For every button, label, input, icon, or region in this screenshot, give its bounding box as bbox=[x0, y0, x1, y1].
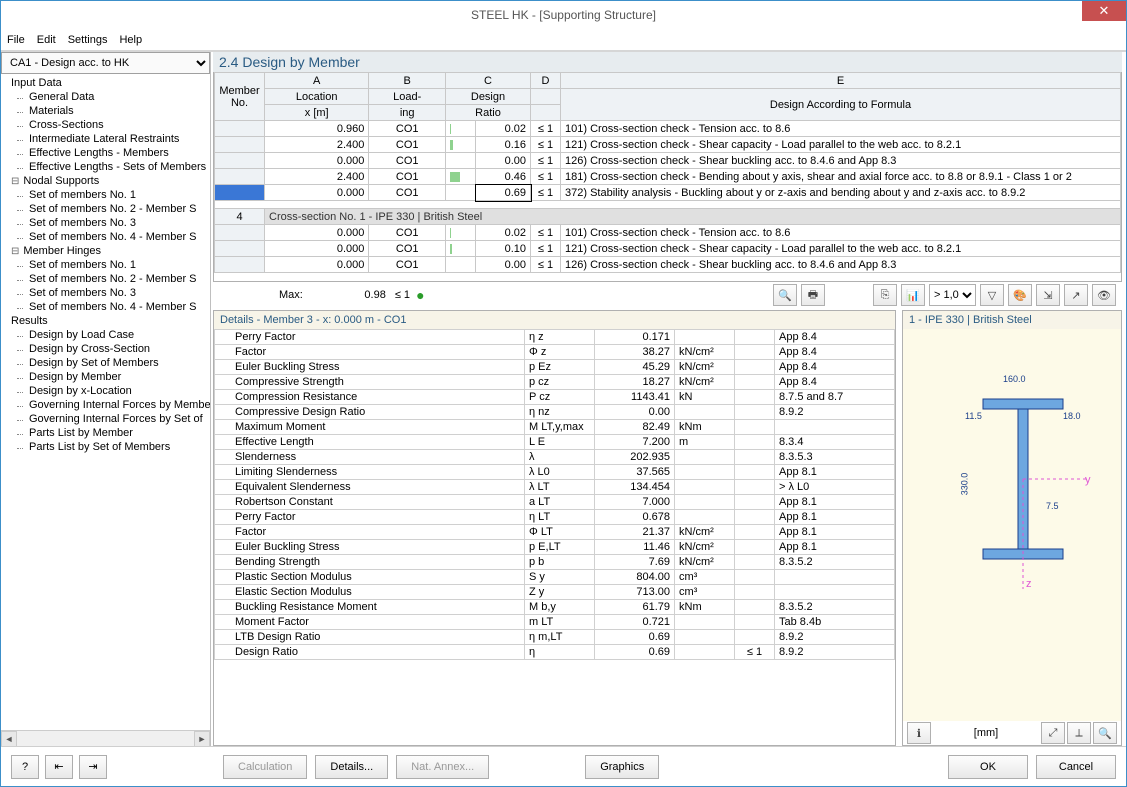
sidebar-hscroll[interactable]: ◄ ► bbox=[1, 730, 210, 746]
axes-icon[interactable]: ⤢ bbox=[1041, 722, 1065, 744]
tree-item[interactable]: Member Hinges bbox=[1, 244, 210, 258]
ok-button[interactable]: OK bbox=[948, 755, 1028, 779]
info-icon[interactable]: ℹ bbox=[907, 722, 931, 744]
max-label: Max: bbox=[279, 289, 303, 301]
tree-item[interactable]: Design by x-Location bbox=[1, 384, 210, 398]
section-canvas: y z 160.0 330.0 11.5 18.0 7.5 bbox=[903, 329, 1121, 721]
tree-item[interactable]: Results bbox=[1, 314, 210, 328]
window-title: STEEL HK - [Supporting Structure] bbox=[471, 8, 656, 22]
tree-item[interactable]: Set of members No. 2 - Member S bbox=[1, 272, 210, 286]
tree-item[interactable]: Design by Member bbox=[1, 370, 210, 384]
tree-item[interactable]: Set of members No. 2 - Member S bbox=[1, 202, 210, 216]
grid-toolbar: Max: ≤ 1 ● 🔍 🖶 ⎘ 📊 > 1,0 ▽ 🎨 ⇲ ↗ 👁 bbox=[213, 282, 1122, 308]
ok-icon: ● bbox=[416, 287, 424, 303]
next-icon[interactable]: ⇥ bbox=[79, 755, 107, 779]
max-le: ≤ 1 bbox=[395, 289, 410, 301]
color-icon[interactable]: 🎨 bbox=[1008, 284, 1032, 306]
tree-item[interactable]: Set of members No. 4 - Member S bbox=[1, 230, 210, 244]
svg-text:y: y bbox=[1085, 474, 1091, 486]
sidebar: CA1 - Design acc. to HK Input DataGenera… bbox=[1, 52, 211, 746]
nav-tree[interactable]: Input DataGeneral DataMaterialsCross-Sec… bbox=[1, 74, 210, 730]
menu-help[interactable]: Help bbox=[119, 34, 142, 46]
unit-label: [mm] bbox=[974, 727, 998, 739]
chart-icon[interactable]: 📊 bbox=[901, 284, 925, 306]
tree-item[interactable]: Parts List by Member bbox=[1, 426, 210, 440]
tree-item[interactable]: Set of members No. 4 - Member S bbox=[1, 300, 210, 314]
tree-item[interactable]: Nodal Supports bbox=[1, 174, 210, 188]
tree-item[interactable]: Set of members No. 3 bbox=[1, 216, 210, 230]
details-title: Details - Member 3 - x: 0.000 m - CO1 bbox=[214, 311, 895, 329]
tree-item[interactable]: Set of members No. 3 bbox=[1, 286, 210, 300]
filter-icon[interactable]: 🔍 bbox=[773, 284, 797, 306]
tree-item[interactable]: Effective Lengths - Members bbox=[1, 146, 210, 160]
max-value bbox=[307, 288, 387, 302]
design-grid[interactable]: MemberNo. ABCDE LocationLoad-DesignDesig… bbox=[213, 72, 1122, 282]
prev-icon[interactable]: ⇤ bbox=[45, 755, 73, 779]
dims-icon[interactable]: ⟂ bbox=[1067, 722, 1091, 744]
goto-icon[interactable]: ⎘ bbox=[873, 284, 897, 306]
export-icon[interactable]: ⇲ bbox=[1036, 284, 1060, 306]
details-panel: Details - Member 3 - x: 0.000 m - CO1 Pe… bbox=[213, 310, 896, 746]
zoom-icon[interactable]: 🔍 bbox=[1093, 722, 1117, 744]
tree-item[interactable]: Design by Cross-Section bbox=[1, 342, 210, 356]
section-panel: 1 - IPE 330 | British Steel y bbox=[902, 310, 1122, 746]
calculation-button[interactable]: Calculation bbox=[223, 755, 307, 779]
tree-item[interactable]: Set of members No. 1 bbox=[1, 188, 210, 202]
titlebar: STEEL HK - [Supporting Structure] ✕ bbox=[1, 1, 1126, 29]
help-icon[interactable]: ? bbox=[11, 755, 39, 779]
scroll-right-icon[interactable]: ► bbox=[194, 731, 210, 747]
details-button[interactable]: Details... bbox=[315, 755, 388, 779]
pick-icon[interactable]: ↗ bbox=[1064, 284, 1088, 306]
tree-item[interactable]: Design by Load Case bbox=[1, 328, 210, 342]
menu-edit[interactable]: Edit bbox=[37, 34, 56, 46]
tree-item[interactable]: Intermediate Lateral Restraints bbox=[1, 132, 210, 146]
funnel-icon[interactable]: ▽ bbox=[980, 284, 1004, 306]
tree-item[interactable]: Design by Set of Members bbox=[1, 356, 210, 370]
scale-combo[interactable]: > 1,0 bbox=[929, 284, 976, 306]
details-table[interactable]: Perry Factorη z0.171App 8.4FactorΦ z38.2… bbox=[214, 329, 895, 745]
print-icon[interactable]: 🖶 bbox=[801, 284, 825, 306]
tree-item[interactable]: Parts List by Set of Members bbox=[1, 440, 210, 454]
section-title: 2.4 Design by Member bbox=[213, 52, 1122, 72]
menu-file[interactable]: File bbox=[7, 34, 25, 46]
tree-item[interactable]: Materials bbox=[1, 104, 210, 118]
scroll-left-icon[interactable]: ◄ bbox=[1, 731, 17, 747]
menubar: File Edit Settings Help bbox=[1, 29, 1126, 51]
tree-item[interactable]: General Data bbox=[1, 90, 210, 104]
tree-item[interactable]: Input Data bbox=[1, 76, 210, 90]
cancel-button[interactable]: Cancel bbox=[1036, 755, 1116, 779]
svg-text:z: z bbox=[1026, 578, 1032, 589]
bottom-bar: ? ⇤ ⇥ Calculation Details... Nat. Annex.… bbox=[1, 746, 1126, 786]
case-combo[interactable]: CA1 - Design acc. to HK bbox=[1, 52, 210, 74]
section-title: 1 - IPE 330 | British Steel bbox=[903, 311, 1121, 329]
tree-item[interactable]: Governing Internal Forces by Membe bbox=[1, 398, 210, 412]
tree-item[interactable]: Governing Internal Forces by Set of bbox=[1, 412, 210, 426]
menu-settings[interactable]: Settings bbox=[68, 34, 108, 46]
eye-icon[interactable]: 👁 bbox=[1092, 284, 1116, 306]
close-button[interactable]: ✕ bbox=[1082, 1, 1126, 21]
tree-item[interactable]: Cross-Sections bbox=[1, 118, 210, 132]
nat-annex-button[interactable]: Nat. Annex... bbox=[396, 755, 489, 779]
graphics-button[interactable]: Graphics bbox=[585, 755, 659, 779]
tree-item[interactable]: Set of members No. 1 bbox=[1, 258, 210, 272]
tree-item[interactable]: Effective Lengths - Sets of Members bbox=[1, 160, 210, 174]
